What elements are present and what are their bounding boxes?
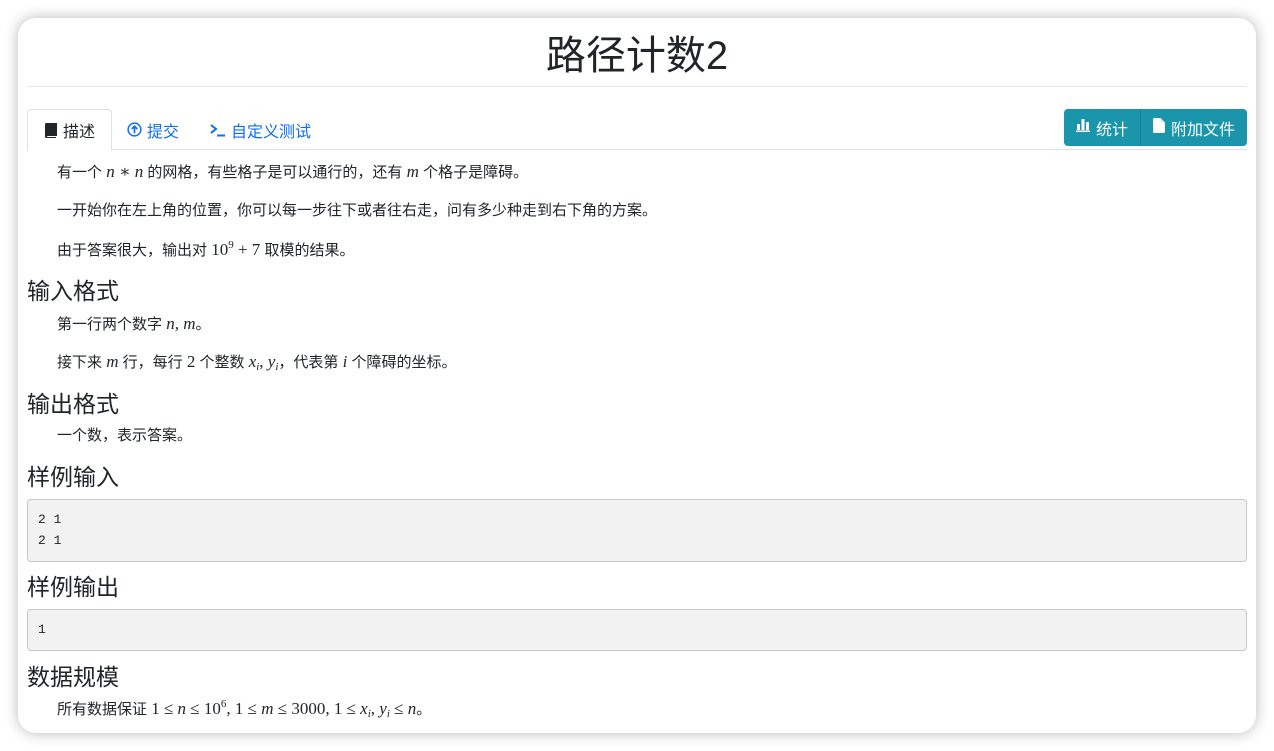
attachments-button[interactable]: 附加文件 <box>1139 109 1247 146</box>
book-icon <box>44 122 58 138</box>
file-icon <box>1152 117 1165 138</box>
sample-output-heading: 样例输出 <box>27 574 119 600</box>
constraints-text: 所有数据保证 1 ≤ n ≤ 106, 1 ≤ m ≤ 3000, 1 ≤ xi… <box>57 698 432 720</box>
tab-custom-test[interactable]: 自定义测试 <box>194 109 327 150</box>
tab-description-label: 描述 <box>63 124 96 141</box>
sample-input-heading: 样例输入 <box>27 464 119 490</box>
problem-card: 路径计数2 描述 提交 自定义测试 统计 附加文件 有一个 n ∗ n 的网格，… <box>18 18 1256 733</box>
input-format-line-2: 接下来 m 行，每行 2 个整数 xi, yi，代表第 i 个障碍的坐标。 <box>57 352 457 373</box>
description-paragraph-1: 有一个 n ∗ n 的网格，有些格子是可以通行的，还有 m 个格子是障碍。 <box>57 162 529 181</box>
action-buttons: 统计 附加文件 <box>1063 109 1247 146</box>
description-paragraph-2: 一开始你在左上角的位置，你可以每一步往下或者往右走，问有多少种走到右下角的方案。 <box>57 202 658 219</box>
bar-chart-icon <box>1075 118 1090 137</box>
output-format-heading: 输出格式 <box>27 391 119 417</box>
stats-button-label: 统计 <box>1095 121 1128 139</box>
arrow-circle-up-icon <box>127 122 142 137</box>
sample-input-block: 2 1 2 1 <box>27 499 1247 562</box>
tab-description[interactable]: 描述 <box>27 109 113 151</box>
input-format-heading: 输入格式 <box>27 278 119 304</box>
tab-custom-test-label: 自定义测试 <box>231 123 312 141</box>
tab-bar: 描述 提交 自定义测试 统计 附加文件 <box>27 109 1247 151</box>
sample-output-block: 1 <box>27 609 1247 651</box>
page-title: 路径计数2 <box>27 28 1247 87</box>
constraints-heading: 数据规模 <box>27 664 119 690</box>
input-format-line-1: 第一行两个数字 n, m。 <box>57 314 211 333</box>
tab-submit-label: 提交 <box>147 123 180 141</box>
description-paragraph-3: 由于答案很大，输出对 109 + 7 取模的结果。 <box>57 239 355 260</box>
attachments-button-label: 附加文件 <box>1170 121 1235 139</box>
stats-button[interactable]: 统计 <box>1063 109 1140 146</box>
output-format-text: 一个数，表示答案。 <box>57 427 193 444</box>
terminal-prompt-icon <box>210 123 226 137</box>
tab-submit[interactable]: 提交 <box>111 109 195 150</box>
